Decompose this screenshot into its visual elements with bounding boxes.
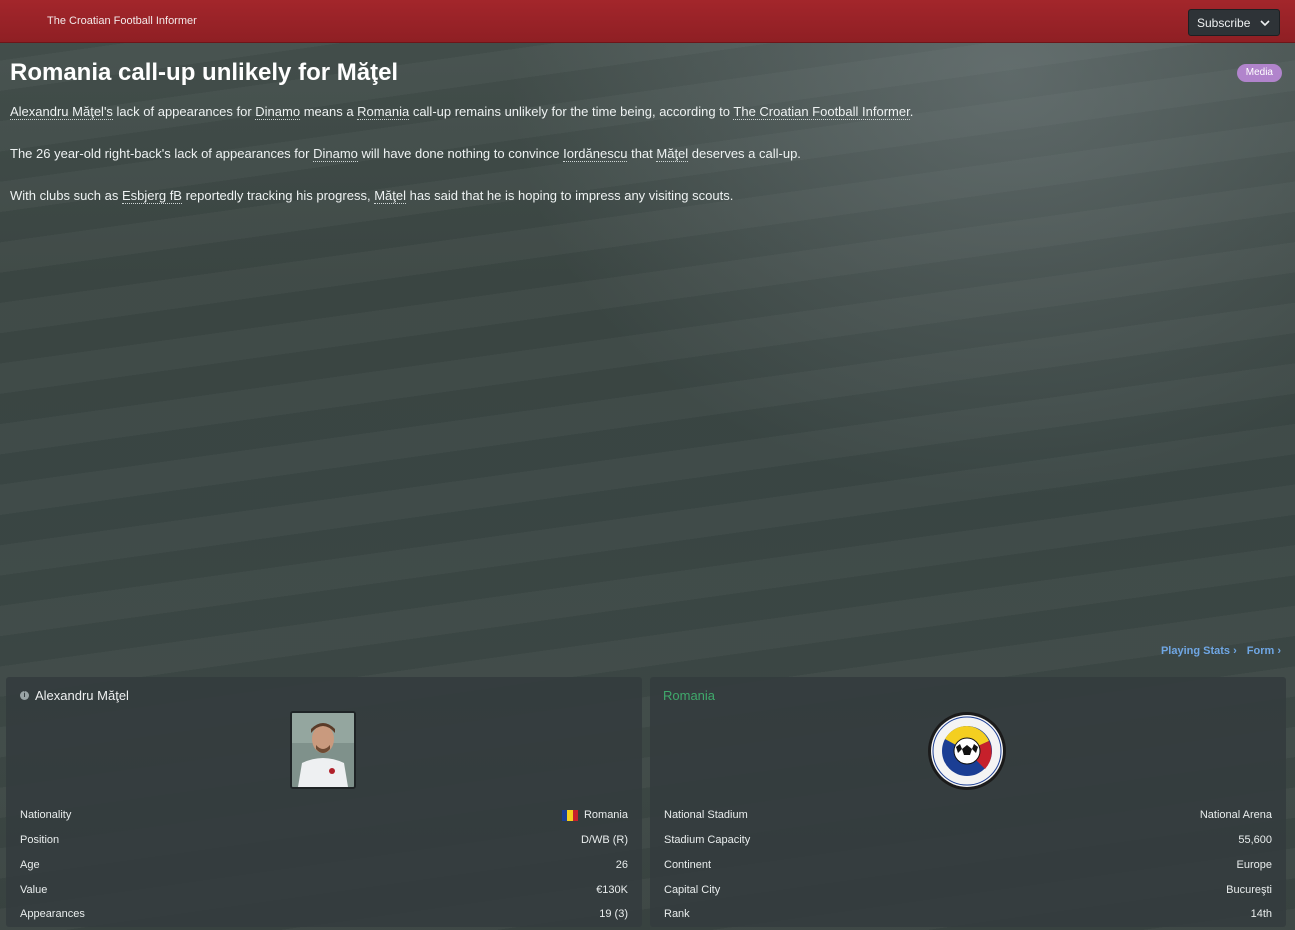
text: The 26 year-old right-back's lack of app… (10, 146, 314, 161)
player-panel: i Alexandru Măţel Nationality Romania Po… (6, 677, 642, 927)
romania-flag-icon (561, 809, 578, 821)
nation-details: National Stadium National Arena Stadium … (664, 803, 1272, 927)
player-link[interactable]: Alexandru Măţel's (10, 104, 113, 120)
player-link[interactable]: Măţel (374, 188, 406, 204)
article-paragraph-3: With clubs such as Esbjerg fB reportedly… (10, 188, 734, 204)
club-link[interactable]: Esbjerg fB (122, 188, 182, 204)
nation-name[interactable]: Romania (663, 688, 715, 703)
news-header-bar: The Croatian Football Informer Subscribe (0, 0, 1295, 43)
detail-value: €130K (596, 883, 628, 896)
subscribe-button[interactable]: Subscribe (1188, 9, 1280, 36)
detail-label: Value (20, 883, 48, 896)
text: With clubs such as (10, 188, 122, 203)
nationality-value: Romania (561, 809, 628, 821)
panel-links: Playing Stats › Form › (1161, 645, 1281, 657)
detail-label: Stadium Capacity (664, 834, 751, 847)
coach-link[interactable]: Iordănescu (563, 146, 628, 162)
media-badge: Media (1236, 64, 1282, 82)
detail-value: 19 (3) (599, 908, 628, 921)
detail-row: Continent Europe (664, 853, 1272, 878)
federation-crest-icon (928, 712, 1006, 790)
detail-value: 14th (1250, 908, 1272, 921)
player-details: Nationality Romania Position D/WB (R) Ag… (20, 803, 628, 927)
player-panel-title[interactable]: i Alexandru Măţel (20, 688, 129, 703)
detail-label: Age (20, 858, 40, 871)
chevron-down-icon (1260, 20, 1270, 27)
detail-label: Rank (664, 908, 690, 921)
text: has said that he is hoping to impress an… (405, 188, 734, 203)
detail-value[interactable]: National Arena (1200, 809, 1272, 821)
article-paragraph-2: The 26 year-old right-back's lack of app… (10, 146, 801, 162)
player-portrait (292, 713, 354, 787)
subscribe-label: Subscribe (1197, 15, 1251, 30)
detail-label: Nationality (20, 809, 72, 822)
source-link[interactable]: The Croatian Football Informer (733, 104, 910, 120)
detail-value: Bucureşti (1226, 883, 1272, 896)
info-icon: i (20, 691, 29, 700)
detail-row: National Stadium National Arena (664, 803, 1272, 828)
text: reportedly tracking his progress, (181, 188, 375, 203)
text: call-up remains unlikely for the time be… (409, 104, 734, 119)
detail-value[interactable]: Romania (584, 809, 628, 821)
detail-value: D/WB (R) (580, 834, 628, 847)
detail-row: Capital City Bucureşti (664, 877, 1272, 902)
club-link[interactable]: Dinamo (255, 104, 301, 120)
nation-panel: Romania National Stadium National Arena … (650, 677, 1286, 927)
detail-value: 26 (615, 858, 628, 871)
detail-label: National Stadium (664, 809, 748, 822)
news-source-label: The Croatian Football Informer (47, 15, 197, 27)
text: means a (300, 104, 358, 119)
detail-row: Appearances 19 (3) (20, 902, 628, 927)
detail-row: Rank 14th (664, 902, 1272, 927)
detail-value: 55,600 (1238, 834, 1272, 847)
article-paragraph-1: Alexandru Măţel's lack of appearances fo… (10, 104, 914, 120)
chevron-right-icon: › (1277, 645, 1281, 657)
detail-row: Position D/WB (R) (20, 828, 628, 853)
detail-row: Age 26 (20, 853, 628, 878)
form-label: Form (1246, 645, 1275, 657)
player-photo (290, 711, 356, 789)
chevron-right-icon: › (1233, 645, 1237, 657)
form-link[interactable]: Form › (1247, 645, 1281, 657)
detail-value: Europe (1236, 858, 1272, 871)
detail-row: Value €130K (20, 877, 628, 902)
player-name: Alexandru Măţel (35, 688, 129, 703)
text: will have done nothing to convince (357, 146, 564, 161)
text: that (627, 146, 657, 161)
detail-row: Stadium Capacity 55,600 (664, 828, 1272, 853)
detail-label: Appearances (20, 908, 85, 921)
detail-label: Capital City (664, 883, 721, 896)
club-link[interactable]: Dinamo (313, 146, 358, 162)
detail-row: Nationality Romania (20, 803, 628, 828)
text: deserves a call-up. (688, 146, 801, 161)
detail-label: Position (20, 834, 60, 847)
playing-stats-link[interactable]: Playing Stats › (1161, 645, 1237, 657)
country-link[interactable]: Romania (357, 104, 410, 120)
detail-label: Continent (664, 858, 712, 871)
text: . (909, 104, 914, 119)
article-headline: Romania call-up unlikely for Măţel (10, 59, 399, 86)
text: lack of appearances for (112, 104, 256, 119)
player-link[interactable]: Măţel (656, 146, 689, 162)
playing-stats-label: Playing Stats (1160, 645, 1231, 657)
